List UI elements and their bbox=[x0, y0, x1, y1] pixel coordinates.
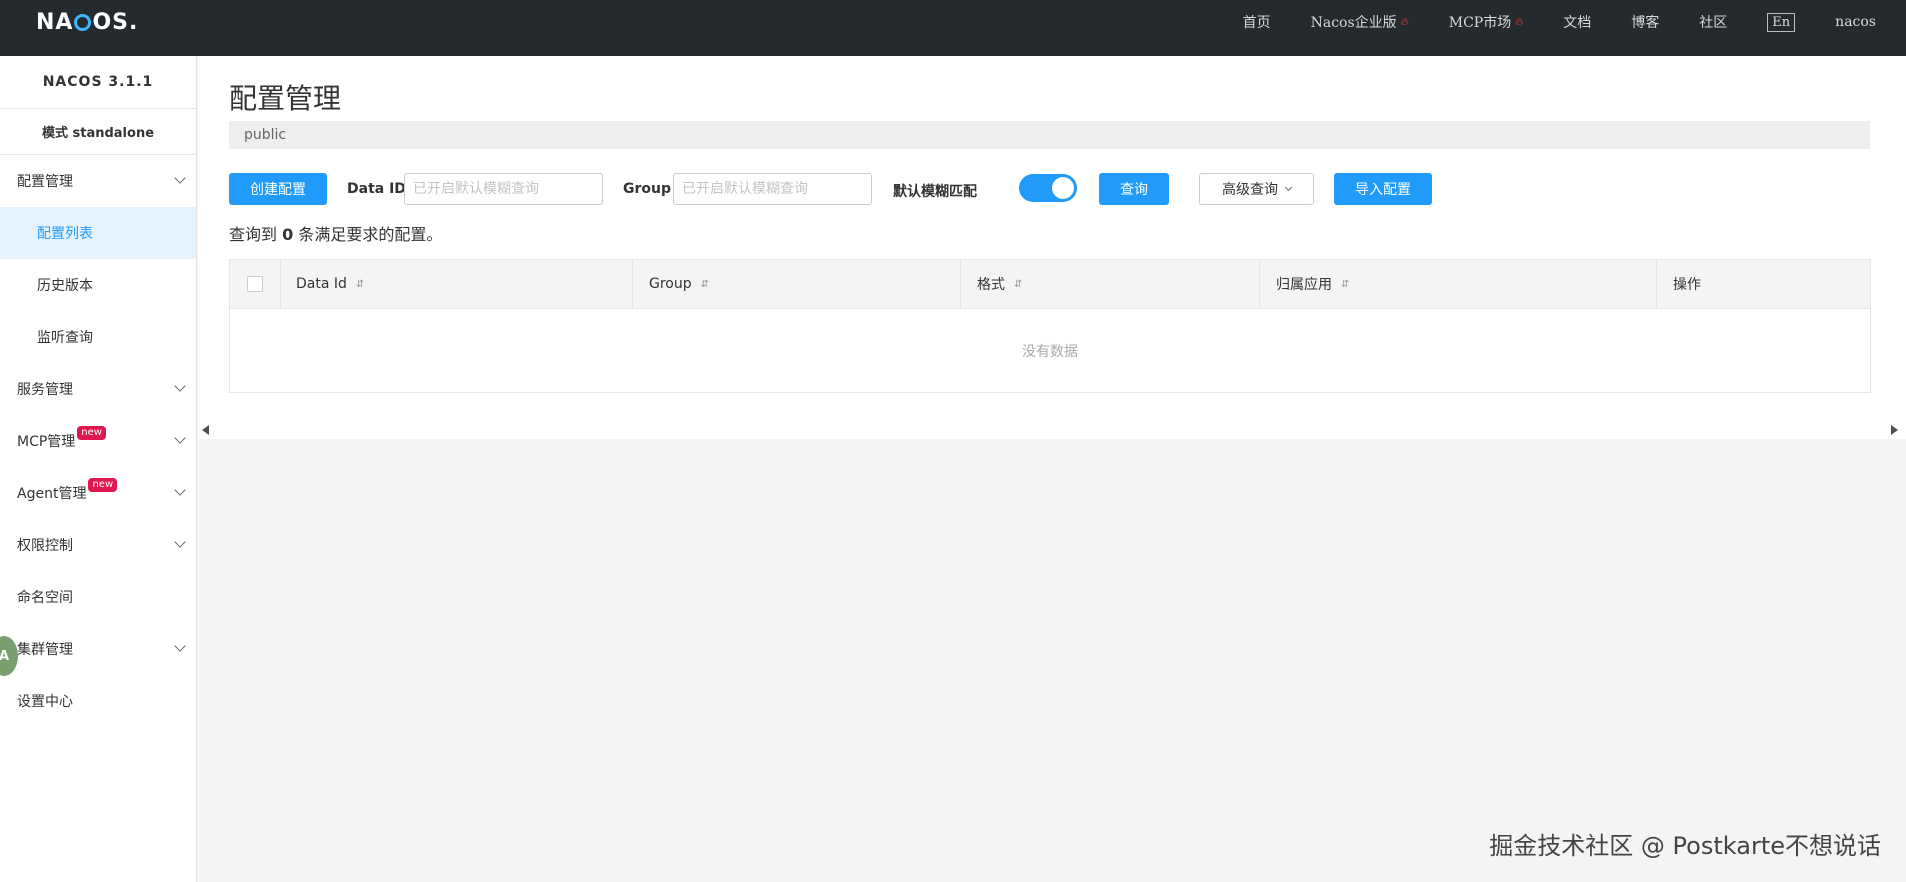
filter-toolbar: 创建配置 Data ID Group 默认模糊匹配 查询 高级查询 导入配置 bbox=[229, 173, 1870, 207]
fire-icon: 🔥︎ bbox=[1515, 15, 1524, 28]
sidebar-item-namespace[interactable]: 命名空间 bbox=[0, 571, 196, 623]
sidebar-item-service-management[interactable]: 服务管理 bbox=[0, 363, 196, 415]
empty-state: 没有数据 bbox=[1022, 343, 1078, 360]
fire-icon: 🔥︎ bbox=[1400, 15, 1409, 28]
result-count: 0 bbox=[282, 225, 294, 244]
import-config-button[interactable]: 导入配置 bbox=[1334, 173, 1432, 205]
chevron-down-icon bbox=[174, 640, 186, 652]
result-summary: 查询到 0 条满足要求的配置。 bbox=[229, 225, 443, 244]
new-badge: new bbox=[88, 478, 118, 492]
group-label: Group bbox=[623, 181, 672, 197]
data-id-label: Data ID bbox=[347, 181, 406, 197]
nav-community[interactable]: 社区 bbox=[1699, 12, 1727, 32]
sidebar-item-listener-query[interactable]: 监听查询 bbox=[0, 311, 196, 363]
sidebar-item-cluster-management[interactable]: 集群管理 bbox=[0, 623, 196, 675]
top-header: NA OS. 首页 Nacos企业版 🔥︎ MCP市场 🔥︎ 文档 博客 社区 En … bbox=[0, 0, 1906, 56]
chevron-down-icon bbox=[174, 536, 186, 548]
new-badge: new bbox=[77, 426, 106, 440]
mode-label: 模式 standalone bbox=[0, 109, 196, 155]
user-name[interactable]: nacos bbox=[1835, 14, 1876, 30]
advanced-query-button[interactable]: 高级查询 bbox=[1199, 173, 1314, 205]
sort-icon[interactable]: ⇵ bbox=[701, 279, 709, 290]
main-content: 配置管理 public 创建配置 Data ID Group 默认模糊匹配 查询… bbox=[198, 56, 1906, 439]
nav-enterprise[interactable]: Nacos企业版 🔥︎ bbox=[1311, 12, 1409, 32]
chevron-down-icon bbox=[174, 432, 186, 444]
select-all-cell bbox=[230, 260, 280, 308]
chevron-down-icon bbox=[1284, 183, 1293, 192]
namespace-label[interactable]: public bbox=[244, 127, 286, 143]
data-id-input[interactable] bbox=[404, 173, 603, 205]
sidebar-item-config-management[interactable]: 配置管理 bbox=[0, 155, 196, 207]
config-table: Data Id ⇵ Group ⇵ 格式 ⇵ 归属应用 ⇵ 操作 没有数据 bbox=[229, 259, 1871, 393]
sort-icon[interactable]: ⇵ bbox=[1014, 279, 1022, 290]
sort-icon[interactable]: ⇵ bbox=[356, 279, 364, 290]
sidebar: NACOS 3.1.1 模式 standalone 配置管理 配置列表 历史版本… bbox=[0, 56, 197, 882]
chevron-down-icon bbox=[174, 380, 186, 392]
create-config-button[interactable]: 创建配置 bbox=[229, 173, 327, 205]
sidebar-item-settings[interactable]: 设置中心 bbox=[0, 675, 196, 727]
watermark: 掘金技术社区 @ Postkarte不想说话 bbox=[1489, 832, 1881, 860]
group-input[interactable] bbox=[673, 173, 872, 205]
scroll-left-arrow-icon[interactable] bbox=[202, 425, 209, 435]
sidebar-item-mcp-management[interactable]: MCP管理 new bbox=[0, 415, 196, 467]
nacos-logo[interactable]: NA OS. bbox=[36, 10, 138, 35]
sidebar-item-access-control[interactable]: 权限控制 bbox=[0, 519, 196, 571]
logo-ring-icon bbox=[74, 13, 92, 31]
column-actions: 操作 bbox=[1656, 260, 1870, 308]
nav-mcp-market[interactable]: MCP市场 🔥︎ bbox=[1449, 12, 1524, 32]
version-label: NACOS 3.1.1 bbox=[0, 56, 196, 109]
scroll-right-arrow-icon[interactable] bbox=[1891, 425, 1898, 435]
query-button[interactable]: 查询 bbox=[1099, 173, 1169, 205]
nav-blog[interactable]: 博客 bbox=[1631, 12, 1659, 32]
sidebar-item-history[interactable]: 历史版本 bbox=[0, 259, 196, 311]
column-app[interactable]: 归属应用 ⇵ bbox=[1259, 260, 1656, 308]
sidebar-item-config-list[interactable]: 配置列表 bbox=[0, 207, 196, 259]
column-data-id[interactable]: Data Id ⇵ bbox=[280, 260, 632, 308]
column-group[interactable]: Group ⇵ bbox=[632, 260, 960, 308]
nav-docs[interactable]: 文档 bbox=[1563, 12, 1591, 32]
page-title: 配置管理 bbox=[229, 82, 342, 115]
language-switch[interactable]: En bbox=[1767, 12, 1796, 32]
namespace-bar: public bbox=[229, 121, 1870, 149]
table-header: Data Id ⇵ Group ⇵ 格式 ⇵ 归属应用 ⇵ 操作 bbox=[230, 260, 1870, 309]
column-format[interactable]: 格式 ⇵ bbox=[960, 260, 1259, 308]
fuzzy-match-label: 默认模糊匹配 bbox=[893, 184, 977, 200]
sidebar-item-agent-management[interactable]: Agent管理 new bbox=[0, 467, 196, 519]
chevron-down-icon bbox=[174, 172, 186, 184]
toggle-knob bbox=[1052, 177, 1074, 199]
fuzzy-match-toggle[interactable] bbox=[1019, 174, 1077, 202]
sort-icon[interactable]: ⇵ bbox=[1341, 279, 1349, 290]
select-all-checkbox[interactable] bbox=[247, 276, 263, 292]
top-nav: 首页 Nacos企业版 🔥︎ MCP市场 🔥︎ 文档 博客 社区 En nacos bbox=[1243, 0, 1906, 44]
nav-home[interactable]: 首页 bbox=[1243, 12, 1271, 32]
chevron-down-icon bbox=[174, 484, 186, 496]
